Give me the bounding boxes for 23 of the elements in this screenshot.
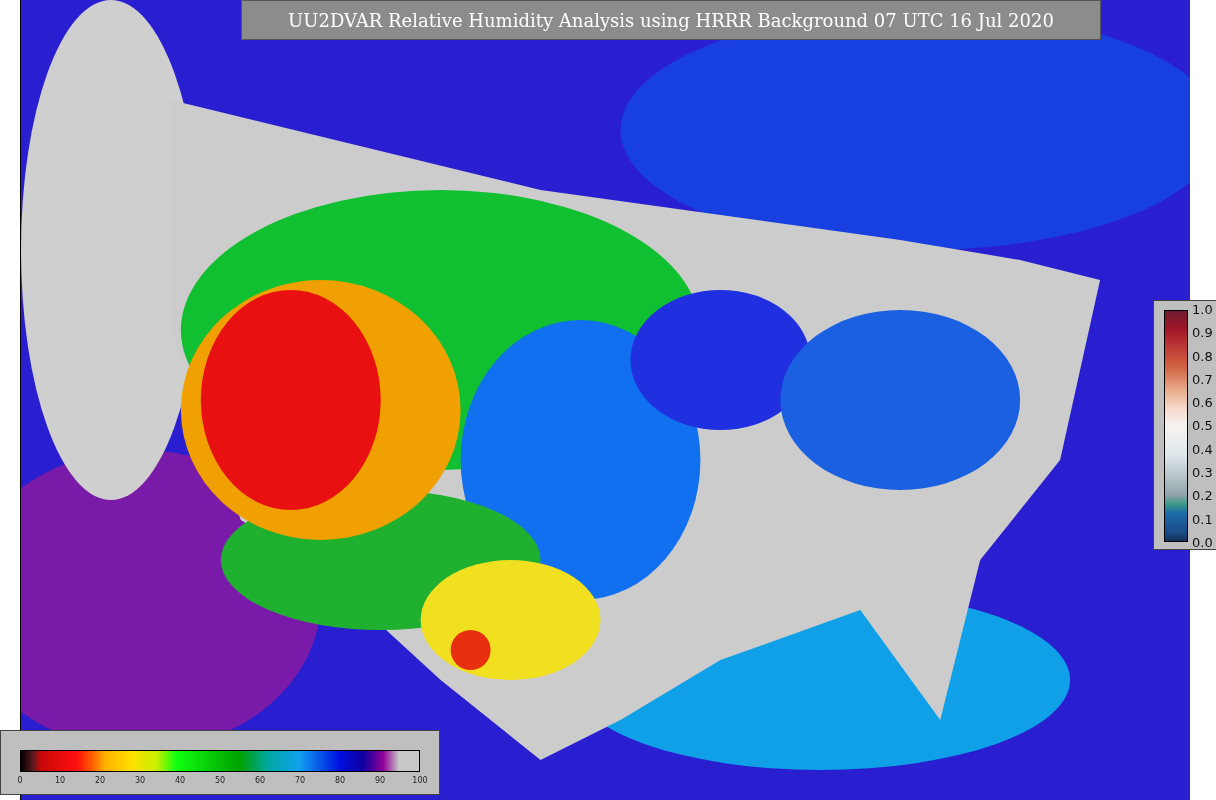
colorbar-tick-label: 0	[16, 776, 24, 785]
colorbar-tick-label: 100	[411, 776, 429, 785]
colorbar-tick-label: 1.0	[1192, 302, 1213, 317]
colorbar-tick-label: 0.6	[1192, 395, 1213, 411]
colorbar-tick-label: 90	[373, 776, 387, 785]
colorbar-tick-label: 0.8	[1192, 348, 1213, 364]
map-title: UU2DVAR Relative Humidity Analysis using HRRR Background 07 UTC 16 Jul 2020	[241, 0, 1101, 40]
colorbar-tick-label: 20	[93, 776, 107, 785]
colorbar-tick-label: 0.1	[1192, 511, 1213, 527]
colorbar-tick-label: 0.2	[1192, 488, 1213, 504]
colorbar-tick-label: 0.4	[1192, 441, 1213, 457]
colorbar-tick-label: 40	[173, 776, 187, 785]
colorbar-tick-label: 0.7	[1192, 371, 1213, 387]
colorbar-tick-label: 0.9	[1192, 325, 1213, 341]
colorbar-tick-label: 30	[133, 776, 147, 785]
colorbar-tick-label: 60	[253, 776, 267, 785]
colorbar-tick-label: 0.3	[1192, 465, 1213, 481]
colorbar-tick-label: 0.5	[1192, 418, 1213, 434]
colorbar-tick-label: 70	[293, 776, 307, 785]
colorbar-tick-label: 0.0	[1192, 534, 1213, 550]
colorbar-tick-label: 50	[213, 776, 227, 785]
colorbar-tick-label: 10	[53, 776, 67, 785]
colorbar-tick-label: 80	[333, 776, 347, 785]
